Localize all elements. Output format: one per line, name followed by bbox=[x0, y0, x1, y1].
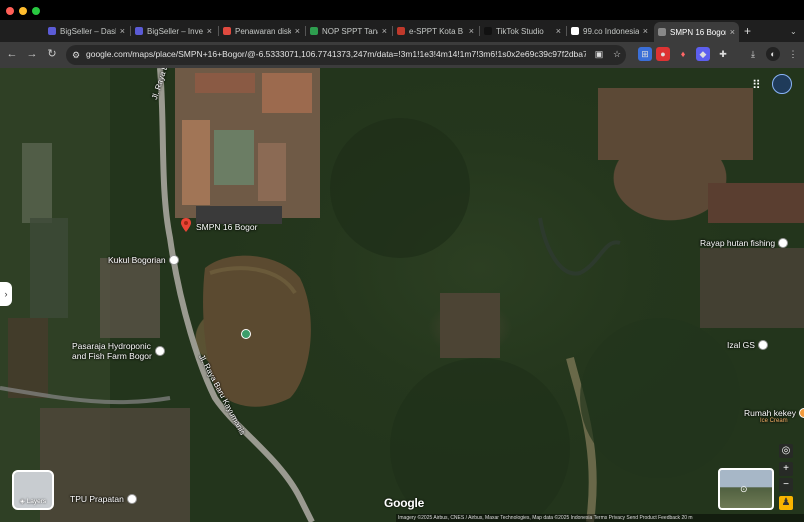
minimize-window-icon[interactable] bbox=[19, 7, 27, 15]
back-icon[interactable]: ← bbox=[4, 46, 20, 62]
place-pin-icon bbox=[757, 340, 768, 350]
tab-0[interactable]: BigSeller – Dash × bbox=[44, 22, 129, 40]
tab-separator bbox=[479, 26, 480, 36]
extensions-puzzle-icon[interactable]: ✚ bbox=[716, 47, 730, 61]
tab-favicon-icon bbox=[571, 27, 579, 35]
street-view-thumbnail[interactable]: ⊙ bbox=[718, 468, 774, 510]
tab-separator bbox=[392, 26, 393, 36]
satellite-imagery bbox=[0, 68, 804, 522]
account-avatar[interactable] bbox=[772, 74, 792, 94]
extension-adblock-icon[interactable]: ● bbox=[656, 47, 670, 61]
tab-label: e-SPPT Kota B bbox=[409, 26, 464, 36]
place-rayap-hutan[interactable]: Rayap hutan fishing bbox=[700, 238, 789, 248]
tab-favicon-icon bbox=[223, 27, 231, 35]
place-label-smpn16[interactable]: SMPN 16 Bogor bbox=[196, 222, 257, 232]
expand-side-panel-button[interactable]: › bbox=[0, 282, 12, 306]
tab-favicon-icon bbox=[484, 27, 492, 35]
bookmark-star-icon[interactable]: ☆ bbox=[610, 47, 624, 61]
tab-favicon-icon bbox=[135, 27, 143, 35]
tab-label: SMPN 16 Bogor bbox=[670, 27, 726, 37]
tab-2[interactable]: Penawaran disk × bbox=[219, 22, 304, 40]
tab-label: TikTok Studio bbox=[496, 26, 544, 36]
tab-search-icon[interactable]: ⌄ bbox=[786, 22, 800, 40]
google-apps-icon[interactable]: ⠿ bbox=[752, 78, 761, 92]
install-app-icon[interactable]: ▣ bbox=[592, 47, 606, 61]
my-location-icon[interactable]: ◎ bbox=[779, 444, 793, 458]
url-text[interactable]: google.com/maps/place/SMPN+16+Bogor/@-6.… bbox=[86, 49, 586, 59]
site-info-icon[interactable]: ⚙ bbox=[70, 48, 82, 60]
tab-close-icon[interactable]: × bbox=[730, 27, 735, 37]
tab-6[interactable]: 99.co Indonesia × bbox=[567, 22, 652, 40]
place-tpu-prapatan[interactable]: TPU Prapatan bbox=[70, 494, 137, 504]
tab-label: 99.co Indonesia bbox=[583, 26, 639, 36]
new-tab-button[interactable]: + bbox=[740, 22, 754, 40]
extension-translate-icon[interactable]: ⊞ bbox=[638, 47, 652, 61]
close-window-icon[interactable] bbox=[6, 7, 14, 15]
street-view-pegman-icon[interactable]: ♟ bbox=[779, 496, 793, 510]
tab-4[interactable]: e-SPPT Kota B × bbox=[393, 22, 478, 40]
download-icon[interactable]: ⤓ bbox=[746, 47, 760, 61]
tab-separator bbox=[305, 26, 306, 36]
tab-close-icon[interactable]: × bbox=[643, 26, 648, 36]
place-pin-icon bbox=[154, 346, 165, 356]
tab-favicon-icon bbox=[658, 28, 666, 36]
place-pin-icon bbox=[778, 238, 789, 248]
tab-close-icon[interactable]: × bbox=[120, 26, 125, 36]
extension-flame-icon[interactable]: ♦ bbox=[676, 47, 690, 61]
tab-close-icon[interactable]: × bbox=[556, 26, 561, 36]
window-controls bbox=[6, 7, 40, 15]
profile-icon[interactable]: ◐ bbox=[766, 47, 780, 61]
tab-label: Penawaran disk bbox=[235, 26, 291, 36]
place-pin-icon bbox=[126, 494, 137, 504]
place-kukul-bogorian[interactable]: Kukul Bogorian bbox=[108, 255, 179, 265]
tab-label: NOP SPPT Tanah bbox=[322, 26, 378, 36]
place-pasaraja[interactable]: Pasaraja Hydroponic and Fish Farm Bogor bbox=[72, 341, 165, 361]
os-top-bar bbox=[0, 0, 804, 20]
layers-icon: ◈ bbox=[19, 498, 27, 505]
tab-favicon-icon bbox=[310, 27, 318, 35]
360-icon: ⊙ bbox=[740, 484, 748, 494]
tab-separator bbox=[130, 26, 131, 36]
park-pin-icon[interactable] bbox=[241, 329, 251, 339]
selected-place-pin-icon[interactable] bbox=[181, 218, 191, 232]
google-logo: Google bbox=[384, 496, 425, 510]
zoom-in-button[interactable]: + bbox=[779, 462, 793, 476]
tab-close-icon[interactable]: × bbox=[295, 26, 300, 36]
tab-label: BigSeller – Inven bbox=[147, 26, 203, 36]
tab-1[interactable]: BigSeller – Inven × bbox=[131, 22, 216, 40]
map-attribution: Imagery ©2025 Airbus, CNES / Airbus, Max… bbox=[396, 514, 804, 522]
tab-favicon-icon bbox=[397, 27, 405, 35]
tab-5[interactable]: TikTok Studio × bbox=[480, 22, 565, 40]
satellite-map[interactable]: SMPN 16 Bogor Kukul Bogorian Pasaraja Hy… bbox=[0, 68, 804, 522]
tab-close-icon[interactable]: × bbox=[382, 26, 387, 36]
browser-menu-icon[interactable]: ⋮ bbox=[786, 47, 800, 61]
tab-favicon-icon bbox=[48, 27, 56, 35]
ice-cream-pin-icon bbox=[798, 408, 804, 418]
forward-icon[interactable]: → bbox=[24, 46, 40, 62]
zoom-out-button[interactable]: − bbox=[779, 478, 793, 492]
tab-separator bbox=[218, 26, 219, 36]
place-rumah-kekey[interactable]: Rumah kekey bbox=[744, 408, 804, 418]
maximize-window-icon[interactable] bbox=[32, 7, 40, 15]
tab-7[interactable]: SMPN 16 Bogor × bbox=[654, 22, 739, 42]
reload-icon[interactable]: ↻ bbox=[44, 46, 60, 62]
extension-purple-icon[interactable]: ◆ bbox=[696, 47, 710, 61]
tab-3[interactable]: NOP SPPT Tanah × bbox=[306, 22, 391, 40]
tab-close-icon[interactable]: × bbox=[207, 26, 212, 36]
tab-close-icon[interactable]: × bbox=[469, 26, 474, 36]
place-pin-icon bbox=[168, 255, 179, 265]
layers-button[interactable]: ◈ Layers bbox=[12, 470, 54, 510]
tab-label: BigSeller – Dash bbox=[60, 26, 116, 36]
place-izal-gs[interactable]: Izal GS bbox=[727, 340, 768, 350]
tab-separator bbox=[566, 26, 567, 36]
place-category: Ice Cream bbox=[760, 418, 788, 424]
